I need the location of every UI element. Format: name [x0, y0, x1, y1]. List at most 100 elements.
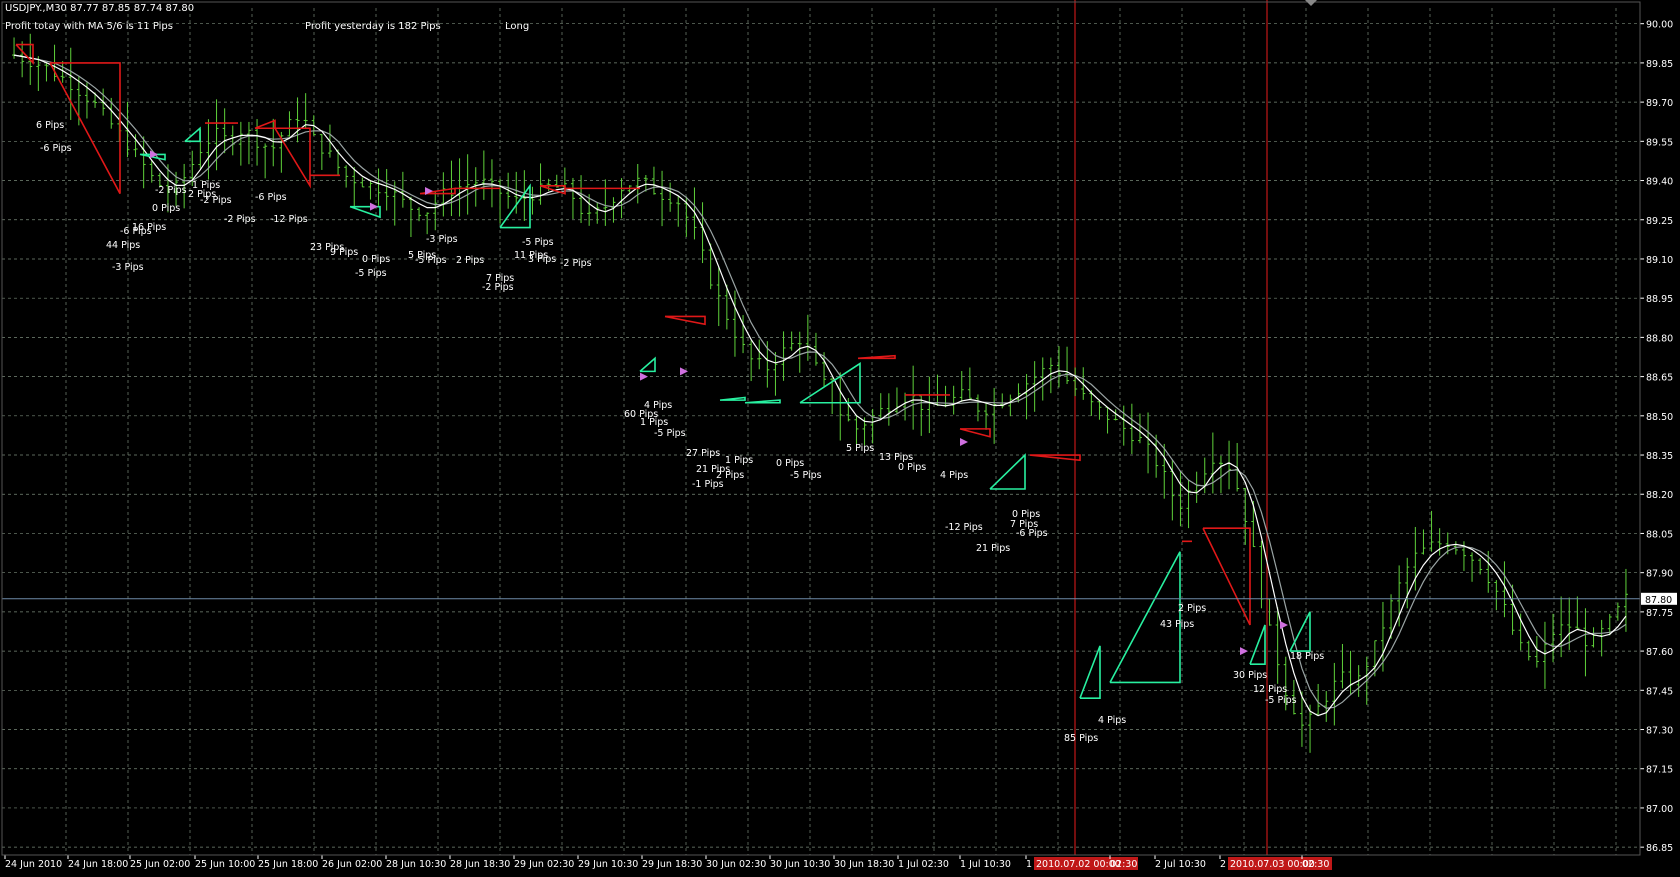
time-tick-label: 26 Jun 02:00	[322, 859, 382, 870]
pips-label: 30 Pips	[1233, 670, 1267, 681]
pips-label: 4 Pips	[1098, 715, 1126, 726]
price-bar	[1332, 662, 1337, 726]
pips-label: 4 Pips	[644, 400, 672, 411]
price-bar	[433, 191, 438, 231]
pips-label: -2 Pips	[560, 258, 592, 269]
time-tick-label: 29 Jun 10:30	[578, 859, 638, 870]
bid-price-label: 87.80	[1645, 595, 1672, 606]
price-bar	[222, 108, 227, 154]
pips-label: -12 Pips	[270, 214, 308, 225]
price-tick-label: 89.40	[1646, 177, 1673, 188]
time-tick-label: 02:30	[1302, 859, 1329, 870]
price-chart[interactable]: 6 Pips -6 Pips 44 Pips -3 Pips -6 Pips 16 Pip…	[0, 0, 1680, 877]
long-trade-triangle	[639, 356, 656, 373]
time-tick-label: 2	[1220, 859, 1226, 870]
price-bar	[1559, 596, 1564, 658]
moving-averages	[13, 54, 1627, 717]
price-tick-label: 88.65	[1646, 373, 1673, 384]
price-bar	[44, 62, 49, 82]
price-bar	[1551, 613, 1556, 663]
time-tick-label: 30 Jun 10:30	[770, 859, 830, 870]
pips-label: -3 Pips	[426, 234, 458, 245]
time-tick-label: 25 Jun 10:00	[195, 859, 255, 870]
price-bar	[838, 372, 843, 441]
price-bar	[1470, 552, 1475, 582]
price-bar	[1186, 480, 1191, 529]
time-tick-label: 1 Jul 02:30	[898, 859, 949, 870]
price-tick-label: 89.25	[1646, 216, 1673, 227]
price-tick-label: 88.05	[1646, 529, 1673, 540]
price-bar	[319, 133, 324, 170]
pips-label: -3 Pips	[112, 262, 144, 273]
pips-label: 21 Pips	[976, 543, 1010, 554]
price-bar	[1178, 470, 1183, 527]
trade-entry-marker	[1240, 647, 1248, 656]
price-bar	[255, 119, 260, 166]
price-bar	[1000, 393, 1005, 409]
long-trade-triangle	[719, 396, 746, 401]
pips-label: -5 Pips	[790, 470, 822, 481]
price-bar	[1275, 607, 1280, 684]
short-trade-triangle	[1202, 527, 1251, 626]
short-trade-triangle	[664, 315, 706, 326]
price-bar	[854, 414, 859, 445]
pips-label: 0 Pips	[898, 462, 926, 473]
trade-entry-marker	[640, 372, 648, 381]
pips-label: 44 Pips	[106, 240, 140, 251]
price-bar	[1591, 627, 1596, 648]
price-bar	[732, 290, 737, 357]
time-tick-label: 1 Jul 10:30	[960, 859, 1011, 870]
price-bar	[376, 168, 381, 206]
price-bar	[246, 121, 251, 165]
price-bar	[951, 385, 956, 415]
price-bar	[805, 314, 810, 361]
price-bar	[408, 196, 413, 237]
price-bar	[1097, 399, 1102, 420]
price-bar	[789, 331, 794, 351]
price-bar	[425, 212, 430, 235]
price-bar	[781, 331, 786, 381]
price-bar	[1526, 640, 1531, 661]
price-bar	[352, 167, 357, 208]
price-bar	[757, 339, 762, 370]
price-tick-label: 88.50	[1646, 412, 1673, 423]
time-tick-label: 2 Jul 10:30	[1155, 859, 1206, 870]
price-bar	[927, 376, 932, 434]
pips-label: 6 Pips	[36, 120, 64, 131]
price-bar	[894, 387, 899, 415]
pips-label: 27 Pips	[686, 448, 720, 459]
time-tick-label: 02:30	[1110, 859, 1137, 870]
price-tick-label: 89.85	[1646, 59, 1673, 70]
pips-label: -12 Pips	[945, 522, 983, 533]
price-bar	[1056, 346, 1061, 388]
price-bar	[943, 385, 948, 408]
pips-labels: 6 Pips -6 Pips 44 Pips -3 Pips -6 Pips 16 Pip…	[36, 120, 1324, 744]
time-tick-label: 30 Jun 02:30	[706, 859, 766, 870]
time-tick-label: 29 Jun 18:30	[642, 859, 702, 870]
price-bar	[716, 266, 721, 327]
time-tick-label: 25 Jun 02:00	[130, 859, 190, 870]
price-bar	[1259, 540, 1264, 609]
pips-label: -2 Pips	[155, 185, 187, 196]
price-bar	[417, 207, 422, 222]
price-bar	[368, 180, 373, 200]
trade-overlays	[15, 43, 1311, 699]
price-bar	[473, 167, 478, 207]
price-bar	[287, 111, 292, 137]
long-trade-triangle	[799, 362, 861, 404]
price-bar	[967, 367, 972, 399]
price-bar	[903, 392, 908, 421]
pips-label: 2 Pips	[456, 255, 484, 266]
pips-label: 4 Pips	[940, 470, 968, 481]
price-bar	[1623, 568, 1628, 632]
price-bar	[530, 186, 535, 215]
pips-label: -6 Pips	[255, 192, 287, 203]
price-tick-label: 89.70	[1646, 98, 1673, 109]
pips-label: 18 Pips	[1290, 651, 1324, 662]
price-bar	[603, 179, 608, 226]
price-bar	[1105, 406, 1110, 434]
highlighted-date-label: 2010.07.02 00:00	[1036, 859, 1121, 870]
price-bar	[1162, 443, 1167, 499]
ma-fast-line	[13, 54, 1627, 717]
price-tick-label: 87.90	[1646, 569, 1673, 580]
